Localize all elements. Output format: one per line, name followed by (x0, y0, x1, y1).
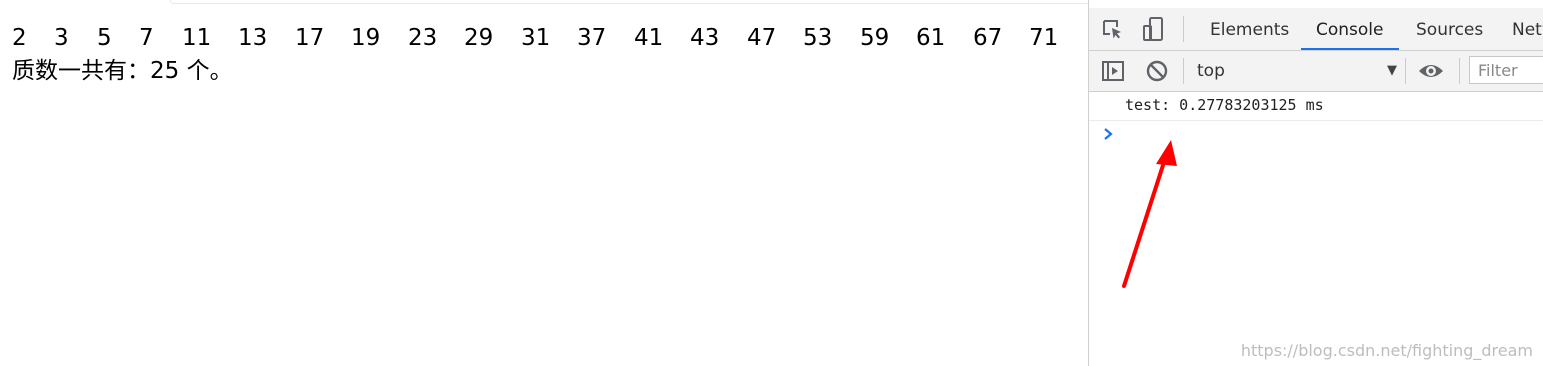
prime-number: 41 (634, 25, 664, 51)
clear-console-icon[interactable] (1145, 59, 1169, 87)
inspect-element-icon[interactable] (1101, 18, 1125, 46)
devtools-tabbar: Elements Console Sources Netw (1089, 8, 1543, 51)
tab-sources[interactable]: Sources (1416, 8, 1483, 50)
prime-number: 47 (747, 25, 777, 51)
console-toolbar: top ▼ (1089, 51, 1543, 92)
tab-network[interactable]: Netw (1512, 8, 1543, 50)
prime-number: 29 (464, 25, 494, 51)
tab-elements[interactable]: Elements (1210, 8, 1289, 50)
prime-number: 11 (182, 25, 212, 51)
device-toolbar-icon[interactable] (1141, 16, 1167, 48)
toolbar-separator (1405, 58, 1406, 84)
prime-number: 61 (916, 25, 946, 51)
console-filter-input[interactable] (1469, 56, 1543, 84)
prime-number: 37 (577, 25, 607, 51)
context-selector[interactable]: top ▼ (1197, 55, 1397, 87)
dropdown-arrow-icon: ▼ (1387, 63, 1397, 78)
prime-number: 43 (690, 25, 720, 51)
tab-strip-edge (170, 0, 1089, 4)
prime-number: 2 (12, 25, 27, 51)
tab-console[interactable]: Console (1301, 8, 1399, 50)
prime-number: 59 (860, 25, 890, 51)
prime-number: 67 (973, 25, 1003, 51)
console-message-text: test: 0.27783203125 ms (1125, 96, 1324, 114)
prime-number: 31 (521, 25, 551, 51)
console-message: test: 0.27783203125 ms (1089, 92, 1543, 121)
watermark-text: https://blog.csdn.net/fighting_dream (1240, 341, 1533, 360)
prime-number: 7 (139, 25, 154, 51)
web-page: 2 3 5 7 11 13 17 19 23 29 31 37 41 43 47… (0, 0, 1089, 366)
prime-number: 23 (408, 25, 438, 51)
prime-number: 19 (351, 25, 381, 51)
prime-number: 17 (295, 25, 325, 51)
prime-number: 53 (803, 25, 833, 51)
tabbar-separator (1183, 16, 1184, 42)
prime-number: 13 (238, 25, 268, 51)
live-expression-eye-icon[interactable] (1417, 59, 1445, 87)
toolbar-separator (1183, 58, 1184, 84)
red-annotation-arrow (1122, 140, 1177, 288)
toolbar-separator (1459, 58, 1460, 84)
primes-row: 2 3 5 7 11 13 17 19 23 29 31 37 41 43 47… (0, 22, 1088, 54)
context-selector-value: top (1197, 61, 1225, 81)
prime-count-text: 质数一共有：25 个。 (12, 58, 233, 84)
show-sidebar-icon[interactable] (1101, 59, 1125, 87)
prime-number: 3 (54, 25, 69, 51)
prime-number: 71 (1029, 25, 1059, 51)
prime-number: 5 (97, 25, 112, 51)
